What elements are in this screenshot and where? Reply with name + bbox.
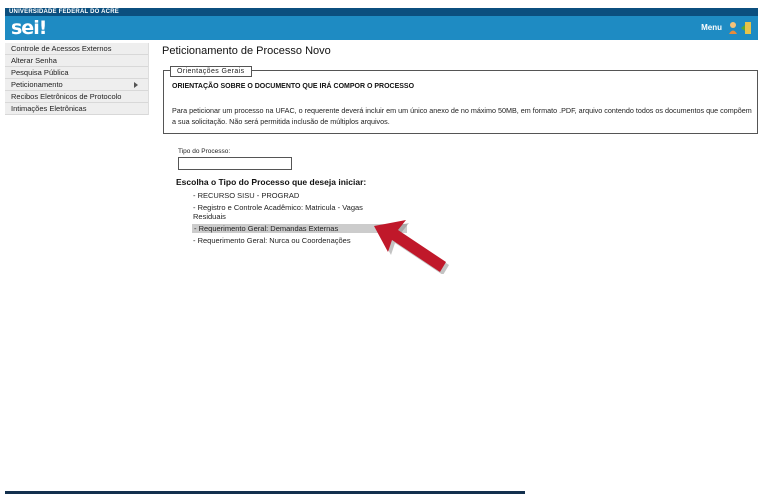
orientacoes-legend: Orientações Gerais <box>170 66 252 77</box>
orientacoes-text: Para peticionar um processo na UFAC, o r… <box>172 106 752 126</box>
choose-heading: Escolha o Tipo do Processo que deseja in… <box>176 177 367 187</box>
sidebar-item-alterar-senha[interactable]: Alterar Senha <box>5 55 148 67</box>
sidebar-item-recibos[interactable]: Recibos Eletrônicos de Protocolo <box>5 91 148 103</box>
sidebar-menu: Controle de Acessos Externos Alterar Sen… <box>5 43 149 115</box>
option-registro-controle[interactable]: - Registro e Controle Acadêmico: Matricu… <box>193 203 378 221</box>
page-title: Peticionamento de Processo Novo <box>162 45 331 57</box>
bottom-scrollbar[interactable] <box>5 491 525 494</box>
sei-page: UNIVERSIDADE FEDERAL DO ACRE sei! Menu C… <box>0 0 768 498</box>
sidebar-item-controle-acessos[interactable]: Controle de Acessos Externos <box>5 43 148 55</box>
institution-name: UNIVERSIDADE FEDERAL DO ACRE <box>9 9 119 15</box>
user-icon[interactable] <box>728 21 738 35</box>
option-nurca-coordenacoes[interactable]: - Requerimento Geral: Nurca ou Coordenaç… <box>193 236 351 245</box>
orientacoes-heading: ORIENTAÇÃO SOBRE O DOCUMENTO QUE IRÁ COM… <box>172 83 415 90</box>
sidebar-item-pesquisa-publica[interactable]: Pesquisa Pública <box>5 67 148 79</box>
pointer-arrow-icon <box>374 220 449 274</box>
institution-bar: UNIVERSIDADE FEDERAL DO ACRE <box>5 8 758 16</box>
app-header: sei! Menu <box>5 16 758 40</box>
exit-icon[interactable] <box>740 21 752 35</box>
menu-button[interactable]: Menu <box>701 23 722 32</box>
tipo-processo-input[interactable] <box>178 157 292 170</box>
sidebar-item-peticionamento[interactable]: Peticionamento <box>5 79 148 91</box>
sei-logo[interactable]: sei! <box>11 17 47 39</box>
caret-right-icon <box>134 82 138 88</box>
sidebar-item-intimacoes[interactable]: Intimações Eletrônicas <box>5 103 148 115</box>
option-recurso-sisu[interactable]: - RECURSO SISU - PROGRAD <box>193 191 299 200</box>
tipo-processo-label: Tipo do Processo: <box>178 148 231 155</box>
